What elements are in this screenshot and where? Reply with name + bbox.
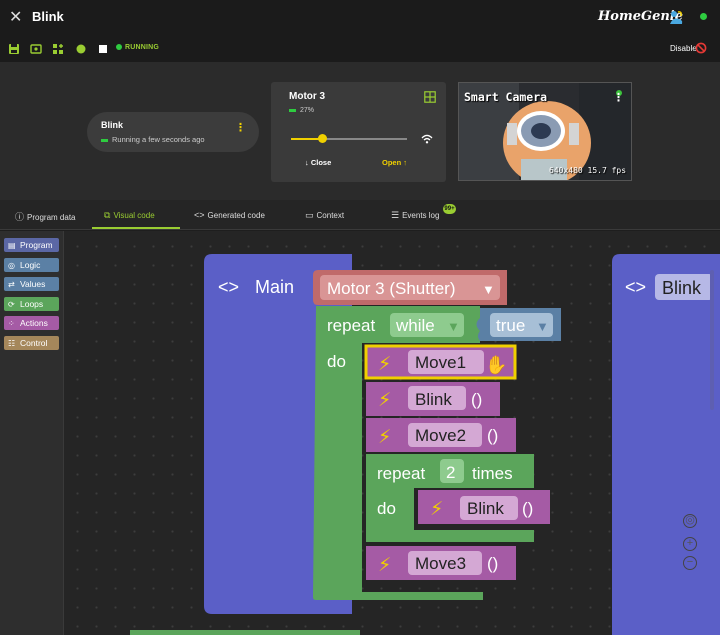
reset-zoom-icon[interactable]: ◎ [683,514,697,528]
tab-events-log[interactable]: ☰ Events log [391,210,439,221]
compile-icon[interactable] [30,43,42,55]
motor-open-button[interactable]: Open ↑ [382,158,407,167]
motor-name: Motor 3 [289,91,326,102]
disable-button[interactable]: Disable [670,44,697,53]
blockly-toolbox: ▤ Program ◎ Logic ⇄ Values ⟳ Loops ⁘ Actions … [0,231,64,635]
tab-label: Generated code [207,211,265,220]
category-label: Values [20,279,46,289]
motor-percent: 27% [289,107,314,114]
blink-card-status: Running a few seconds ago [101,135,205,144]
running-status: RUNNING [116,44,159,51]
motor-card: Motor 3 27% ↓ Close Open ↑ [271,82,446,182]
blink-program-card[interactable]: Blink Running a few seconds ago ⋮ [87,112,259,152]
category-label: Logic [20,260,41,270]
grid-icon[interactable] [424,91,436,103]
info-icon: ⓘ [15,212,25,222]
tab-label: Visual code [113,211,155,220]
signal-icon [421,134,433,144]
run-icon[interactable] [75,43,87,55]
slider-knob[interactable] [318,134,328,143]
category-label: Actions [20,318,48,328]
category-label: Control [20,338,48,348]
tab-visual-code[interactable]: ⧉ Visual code [104,210,155,221]
category-control[interactable]: ☷ Control [4,336,59,350]
motor-close-label: Close [310,158,332,167]
category-loops[interactable]: ⟳ Loops [4,297,59,311]
category-actions[interactable]: ⁘ Actions [4,316,59,330]
list-icon: ☰ [391,210,400,220]
blink-card-menu-icon[interactable]: ⋮ [235,121,246,134]
tab-label: Events log [402,211,440,220]
editor-tabs: ⓘ Program data ⧉ Visual code <> Generated c… [0,200,720,230]
context-icon: ▭ [305,210,314,220]
actions-icon: ⁘ [8,319,15,328]
camera-title: Smart Camera [464,90,548,104]
events-count-badge: 99+ [443,204,456,214]
blink-card-name: Blink [101,120,124,130]
motor-open-label: Open [382,158,402,167]
values-icon: ⇄ [8,280,15,289]
tab-context[interactable]: ▭ Context [305,210,344,221]
camera-card[interactable]: Smart Camera ⋮ 640x480 15.7 fps [458,82,632,181]
tab-label: Program data [27,213,76,222]
tab-label: Context [316,211,345,220]
title-bar: ✕ Blink HomeGenie [0,0,720,34]
category-logic[interactable]: ◎ Logic [4,258,59,272]
category-program[interactable]: ▤ Program [4,238,59,252]
program-toolbar: RUNNING Disable [0,34,720,62]
logic-icon: ◎ [8,261,15,270]
camera-menu-icon[interactable]: ⋮ [613,91,624,104]
add-widget-icon[interactable] [52,43,64,55]
active-tab-indicator [92,227,180,229]
program-icon: ▤ [8,241,16,250]
blockly-workspace[interactable] [64,231,720,635]
category-label: Program [20,240,53,250]
control-icon: ☷ [8,339,16,348]
camera-info: 640x480 15.7 fps [549,166,627,175]
motor-level-slider[interactable] [291,134,407,143]
tab-generated-code[interactable]: <> Generated code [194,210,265,220]
loops-icon: ⟳ [8,300,15,309]
zoom-out-icon[interactable]: − [683,556,697,570]
code-icon: <> [194,210,205,220]
tab-program-data[interactable]: ⓘ Program data [15,210,75,223]
genie-icon [670,11,683,24]
stop-icon[interactable] [97,43,109,55]
save-icon[interactable] [8,43,20,55]
category-label: Loops [20,299,44,309]
connection-status-dot [700,13,707,20]
blocks-icon: ⧉ [104,210,111,220]
motor-close-button[interactable]: ↓ Close [305,158,331,167]
zoom-in-icon[interactable]: + [683,537,697,551]
program-title: Blink [32,9,64,24]
category-values[interactable]: ⇄ Values [4,277,59,291]
close-icon[interactable]: ✕ [9,7,22,27]
workspace-scrollbar[interactable] [710,270,714,410]
disable-icon[interactable] [695,42,707,54]
